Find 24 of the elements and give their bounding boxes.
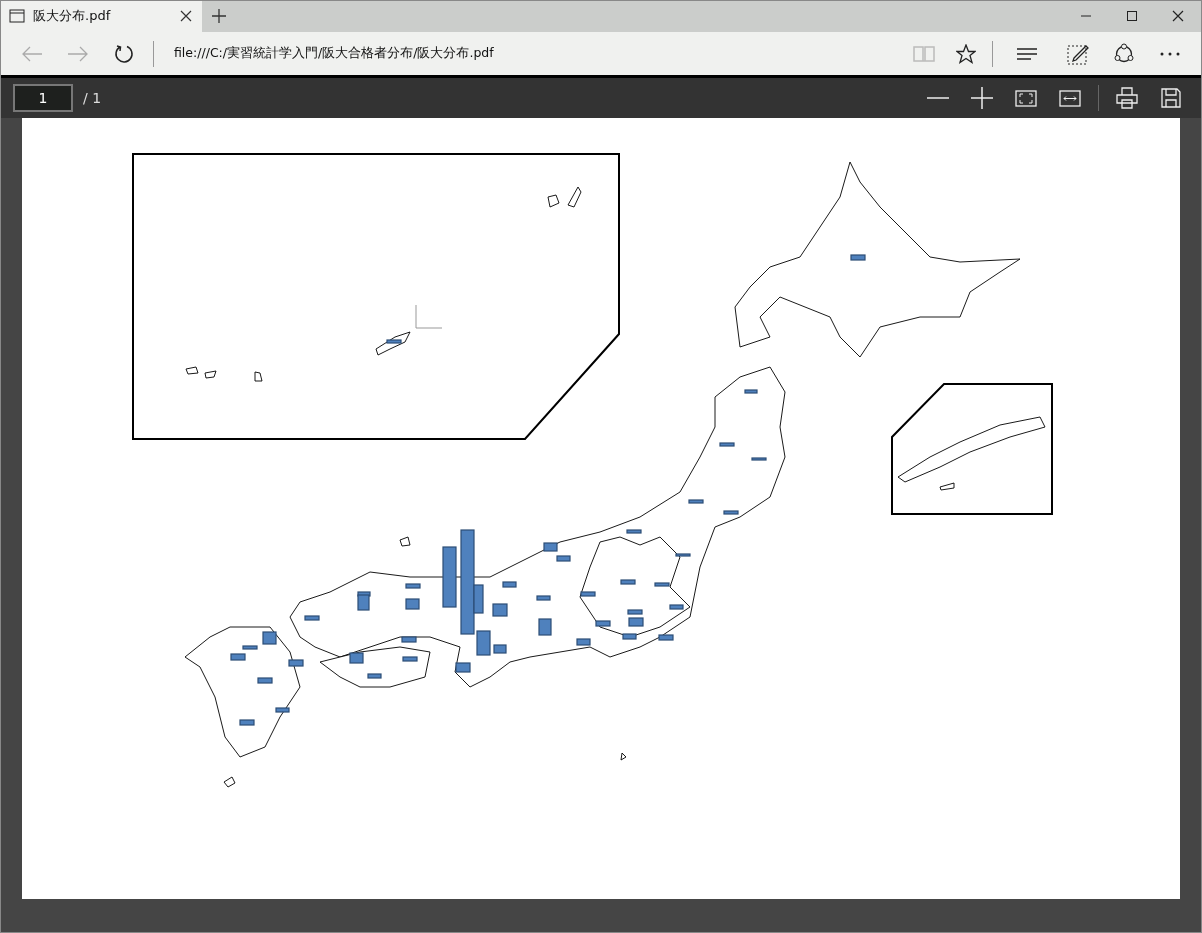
forward-icon — [67, 45, 89, 62]
web-note-icon — [1067, 42, 1089, 65]
back-icon — [21, 45, 43, 62]
zoom-out-icon — [927, 97, 949, 100]
tab-page-icon — [9, 9, 25, 24]
share-icon — [1113, 42, 1135, 65]
more-icon — [1160, 51, 1180, 56]
hub-menu-icon — [1017, 46, 1037, 61]
new-tab-icon — [212, 9, 226, 24]
page-number-field[interactable]: 1 — [13, 84, 73, 113]
save-icon — [1161, 88, 1181, 109]
favorite-star-icon — [956, 43, 976, 64]
reading-view-icon — [913, 44, 935, 63]
close-icon — [1172, 10, 1184, 23]
print-icon — [1116, 87, 1138, 110]
page-total: / 1 — [83, 90, 102, 107]
close-tab-icon[interactable] — [180, 10, 192, 23]
zoom-in-icon — [971, 87, 993, 110]
fit-page-icon — [1015, 89, 1037, 107]
refresh-icon — [113, 42, 135, 65]
maximize-icon — [1126, 10, 1138, 23]
browser-tab[interactable]: 阪大分布.pdf — [1, 1, 202, 32]
fit-width-icon — [1059, 89, 1081, 107]
tab-title: 阪大分布.pdf — [33, 7, 112, 26]
